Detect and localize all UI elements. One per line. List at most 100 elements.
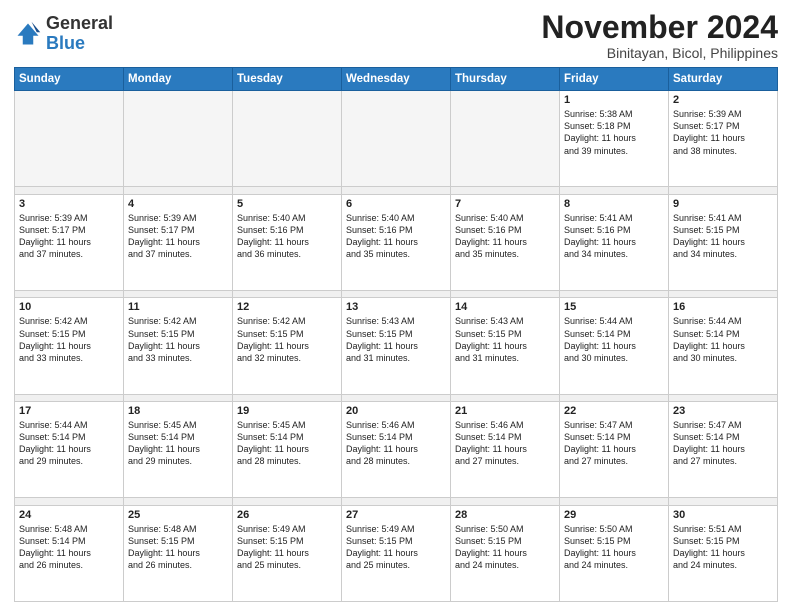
table-row: 10 Sunrise: 5:42 AMSunset: 5:15 PMDayligh… bbox=[15, 298, 124, 394]
day-content: Sunrise: 5:50 AMSunset: 5:15 PMDaylight:… bbox=[455, 523, 555, 572]
day-content: Sunrise: 5:39 AMSunset: 5:17 PMDaylight:… bbox=[673, 108, 773, 157]
logo: General Blue bbox=[14, 14, 113, 54]
day-number: 27 bbox=[346, 509, 446, 521]
col-thursday: Thursday bbox=[451, 68, 560, 91]
table-row: 19 Sunrise: 5:45 AMSunset: 5:14 PMDayligh… bbox=[233, 402, 342, 498]
table-row: 15Sunrise: 5:44 AMSunset: 5:14 PMDayligh… bbox=[560, 298, 669, 394]
day-number: 19 bbox=[237, 405, 337, 417]
calendar-week-row: 24 Sunrise: 5:48 AMSunset: 5:14 PMDayligh… bbox=[15, 505, 778, 601]
day-number: 17 bbox=[19, 405, 119, 417]
table-row: 5Sunrise: 5:40 AMSunset: 5:16 PMDaylight… bbox=[233, 194, 342, 290]
table-row bbox=[342, 91, 451, 187]
table-row: 1Sunrise: 5:38 AMSunset: 5:18 PMDaylight… bbox=[560, 91, 669, 187]
calendar-week-row: 1Sunrise: 5:38 AMSunset: 5:18 PMDaylight… bbox=[15, 91, 778, 187]
table-row: 21 Sunrise: 5:46 AMSunset: 5:14 PMDayligh… bbox=[451, 402, 560, 498]
calendar-week-row: 17 Sunrise: 5:44 AMSunset: 5:14 PMDayligh… bbox=[15, 402, 778, 498]
day-number: 26 bbox=[237, 509, 337, 521]
table-row: 22 Sunrise: 5:47 AMSunset: 5:14 PMDayligh… bbox=[560, 402, 669, 498]
calendar-header-row: Sunday Monday Tuesday Wednesday Thursday… bbox=[15, 68, 778, 91]
col-tuesday: Tuesday bbox=[233, 68, 342, 91]
day-content: Sunrise: 5:50 AMSunset: 5:15 PMDaylight:… bbox=[564, 523, 664, 572]
day-content: Sunrise: 5:45 AMSunset: 5:14 PMDaylight:… bbox=[128, 419, 228, 468]
day-content: Sunrise: 5:46 AMSunset: 5:14 PMDaylight:… bbox=[455, 419, 555, 468]
table-row: 6 Sunrise: 5:40 AMSunset: 5:16 PMDaylight… bbox=[342, 194, 451, 290]
day-number: 29 bbox=[564, 509, 664, 521]
day-content: Sunrise: 5:43 AMSunset: 5:15 PMDaylight:… bbox=[455, 315, 555, 364]
day-content: Sunrise: 5:49 AMSunset: 5:15 PMDaylight:… bbox=[237, 523, 337, 572]
day-content: Sunrise: 5:42 AMSunset: 5:15 PMDaylight:… bbox=[19, 315, 119, 364]
day-number: 10 bbox=[19, 301, 119, 313]
day-content: Sunrise: 5:48 AMSunset: 5:14 PMDaylight:… bbox=[19, 523, 119, 572]
day-content: Sunrise: 5:42 AMSunset: 5:15 PMDaylight:… bbox=[237, 315, 337, 364]
table-row: 26 Sunrise: 5:49 AMSunset: 5:15 PMDayligh… bbox=[233, 505, 342, 601]
day-content: Sunrise: 5:49 AMSunset: 5:15 PMDaylight:… bbox=[346, 523, 446, 572]
page: General Blue November 2024 Binitayan, Bi… bbox=[0, 0, 792, 612]
day-number: 5 bbox=[237, 198, 337, 210]
day-number: 6 bbox=[346, 198, 446, 210]
logo-icon bbox=[14, 20, 42, 48]
col-monday: Monday bbox=[124, 68, 233, 91]
day-number: 11 bbox=[128, 301, 228, 313]
table-row bbox=[451, 91, 560, 187]
table-row: 17 Sunrise: 5:44 AMSunset: 5:14 PMDayligh… bbox=[15, 402, 124, 498]
table-row bbox=[233, 91, 342, 187]
row-divider bbox=[15, 187, 778, 194]
table-row: 24 Sunrise: 5:48 AMSunset: 5:14 PMDayligh… bbox=[15, 505, 124, 601]
day-number: 25 bbox=[128, 509, 228, 521]
row-divider bbox=[15, 394, 778, 401]
day-content: Sunrise: 5:47 AMSunset: 5:14 PMDaylight:… bbox=[564, 419, 664, 468]
col-saturday: Saturday bbox=[669, 68, 778, 91]
table-row: 4 Sunrise: 5:39 AMSunset: 5:17 PMDaylight… bbox=[124, 194, 233, 290]
day-content: Sunrise: 5:51 AMSunset: 5:15 PMDaylight:… bbox=[673, 523, 773, 572]
day-content: Sunrise: 5:48 AMSunset: 5:15 PMDaylight:… bbox=[128, 523, 228, 572]
day-number: 12 bbox=[237, 301, 337, 313]
day-content: Sunrise: 5:43 AMSunset: 5:15 PMDaylight:… bbox=[346, 315, 446, 364]
location-subtitle: Binitayan, Bicol, Philippines bbox=[541, 45, 778, 61]
day-number: 28 bbox=[455, 509, 555, 521]
day-content: Sunrise: 5:39 AMSunset: 5:17 PMDaylight:… bbox=[19, 212, 119, 261]
day-content: Sunrise: 5:41 AMSunset: 5:15 PMDaylight:… bbox=[673, 212, 773, 261]
month-title: November 2024 bbox=[541, 10, 778, 45]
table-row: 16 Sunrise: 5:44 AMSunset: 5:14 PMDayligh… bbox=[669, 298, 778, 394]
header: General Blue November 2024 Binitayan, Bi… bbox=[14, 10, 778, 61]
col-friday: Friday bbox=[560, 68, 669, 91]
table-row: 18 Sunrise: 5:45 AMSunset: 5:14 PMDayligh… bbox=[124, 402, 233, 498]
day-number: 20 bbox=[346, 405, 446, 417]
table-row: 3 Sunrise: 5:39 AMSunset: 5:17 PMDaylight… bbox=[15, 194, 124, 290]
logo-text: General Blue bbox=[46, 14, 113, 54]
day-number: 2 bbox=[673, 94, 773, 106]
table-row: 14Sunrise: 5:43 AMSunset: 5:15 PMDayligh… bbox=[451, 298, 560, 394]
day-content: Sunrise: 5:41 AMSunset: 5:16 PMDaylight:… bbox=[564, 212, 664, 261]
day-number: 15 bbox=[564, 301, 664, 313]
day-content: Sunrise: 5:39 AMSunset: 5:17 PMDaylight:… bbox=[128, 212, 228, 261]
day-number: 13 bbox=[346, 301, 446, 313]
row-divider bbox=[15, 498, 778, 505]
col-wednesday: Wednesday bbox=[342, 68, 451, 91]
title-section: November 2024 Binitayan, Bicol, Philippi… bbox=[541, 10, 778, 61]
table-row: 27 Sunrise: 5:49 AMSunset: 5:15 PMDayligh… bbox=[342, 505, 451, 601]
day-content: Sunrise: 5:47 AMSunset: 5:14 PMDaylight:… bbox=[673, 419, 773, 468]
day-content: Sunrise: 5:45 AMSunset: 5:14 PMDaylight:… bbox=[237, 419, 337, 468]
day-number: 18 bbox=[128, 405, 228, 417]
day-content: Sunrise: 5:44 AMSunset: 5:14 PMDaylight:… bbox=[19, 419, 119, 468]
table-row: 8 Sunrise: 5:41 AMSunset: 5:16 PMDaylight… bbox=[560, 194, 669, 290]
day-content: Sunrise: 5:40 AMSunset: 5:16 PMDaylight:… bbox=[346, 212, 446, 261]
table-row bbox=[124, 91, 233, 187]
day-number: 3 bbox=[19, 198, 119, 210]
day-number: 1 bbox=[564, 94, 664, 106]
row-divider bbox=[15, 291, 778, 298]
day-content: Sunrise: 5:44 AMSunset: 5:14 PMDaylight:… bbox=[673, 315, 773, 364]
table-row: 28 Sunrise: 5:50 AMSunset: 5:15 PMDayligh… bbox=[451, 505, 560, 601]
table-row: 2 Sunrise: 5:39 AMSunset: 5:17 PMDaylight… bbox=[669, 91, 778, 187]
table-row: 29 Sunrise: 5:50 AMSunset: 5:15 PMDayligh… bbox=[560, 505, 669, 601]
day-number: 9 bbox=[673, 198, 773, 210]
day-number: 8 bbox=[564, 198, 664, 210]
table-row: 9 Sunrise: 5:41 AMSunset: 5:15 PMDaylight… bbox=[669, 194, 778, 290]
day-number: 16 bbox=[673, 301, 773, 313]
day-content: Sunrise: 5:40 AMSunset: 5:16 PMDaylight:… bbox=[455, 212, 555, 261]
day-number: 7 bbox=[455, 198, 555, 210]
day-number: 24 bbox=[19, 509, 119, 521]
day-number: 21 bbox=[455, 405, 555, 417]
day-number: 22 bbox=[564, 405, 664, 417]
day-number: 4 bbox=[128, 198, 228, 210]
